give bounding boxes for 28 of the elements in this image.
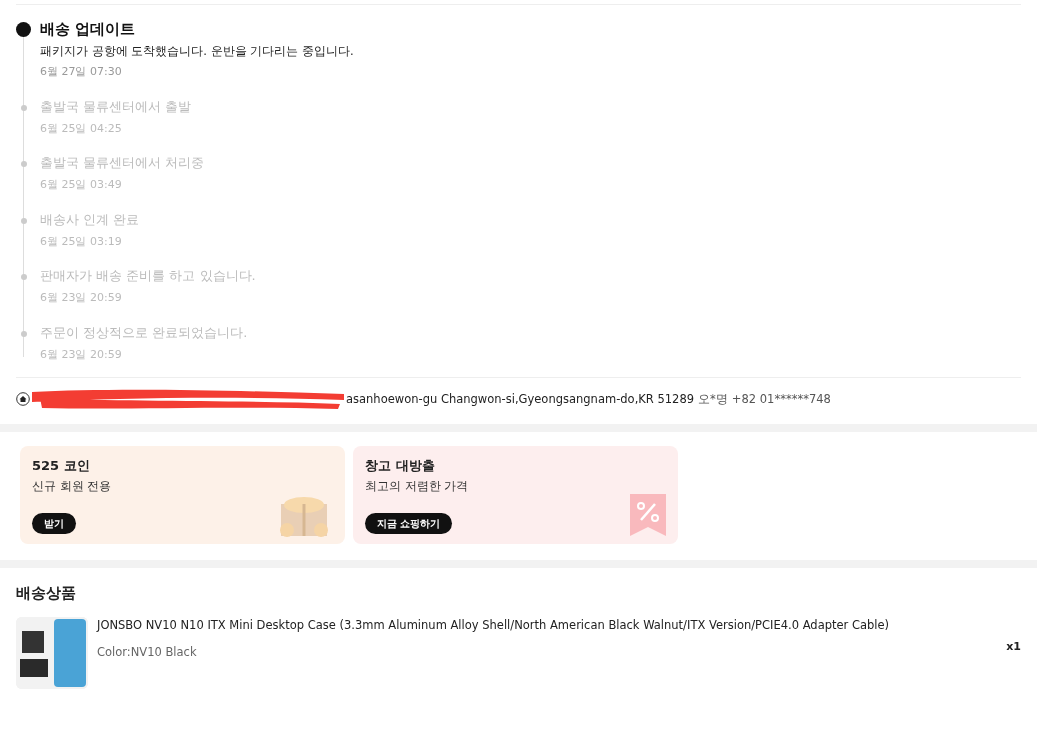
event-title: 주문이 정상적으로 완료되었습니다. [40,323,249,342]
event-time: 6월 27일 07:30 [40,64,123,81]
event-time: 6월 25일 03:49 [40,177,123,194]
promo-subtitle: 신규 회원 전용 [32,477,113,495]
event-time: 6월 25일 03:19 [40,233,123,250]
shipping-address: asanhoewon-gu Changwon-si,Gyeongsangnam-do,KR 51289 [346,390,695,408]
event-title: 출발국 물류센터에서 출발 [40,97,193,116]
product-option: Color:NV10 Black [97,644,890,662]
promo-subtitle: 최고의 저렴한 가격 [365,477,470,495]
event-time: 6월 23일 20:59 [40,290,123,307]
home-icon [16,392,30,407]
event-time: 6월 23일 20:59 [40,346,123,363]
event-description: 패키지가 공항에 도착했습니다. 운반을 기다리는 중입니다. [40,43,355,60]
event-title: 판매자가 배송 준비를 하고 있습니다. [40,267,257,286]
event-title: 배송사 인계 완료 [40,210,141,229]
phone-number: +82 01******748 [731,390,831,408]
section-heading: 배송상품 [16,583,77,605]
event-time: 6월 25일 04:25 [40,120,123,137]
promo-button[interactable]: 지금 쇼핑하기 [365,513,453,534]
recipient-name: 오*명 [698,390,728,408]
promo-title: 창고 대방출 [365,457,436,476]
product-quantity: x1 [1006,638,1021,655]
discount-tag-icon [628,492,668,539]
event-title: 출발국 물류센터에서 처리중 [40,154,206,173]
event-title: 배송 업데이트 [40,19,137,39]
promo-title: 525 코인 [32,457,91,476]
product-title: JONSBO NV10 N10 ITX Mini Desktop Case (3.3mm Aluminum Alloy Shell/North American Black Walnut/ITX Version/PCIE4.0 Adapter Cable) [97,616,890,634]
promo-button[interactable]: 받기 [32,513,76,534]
